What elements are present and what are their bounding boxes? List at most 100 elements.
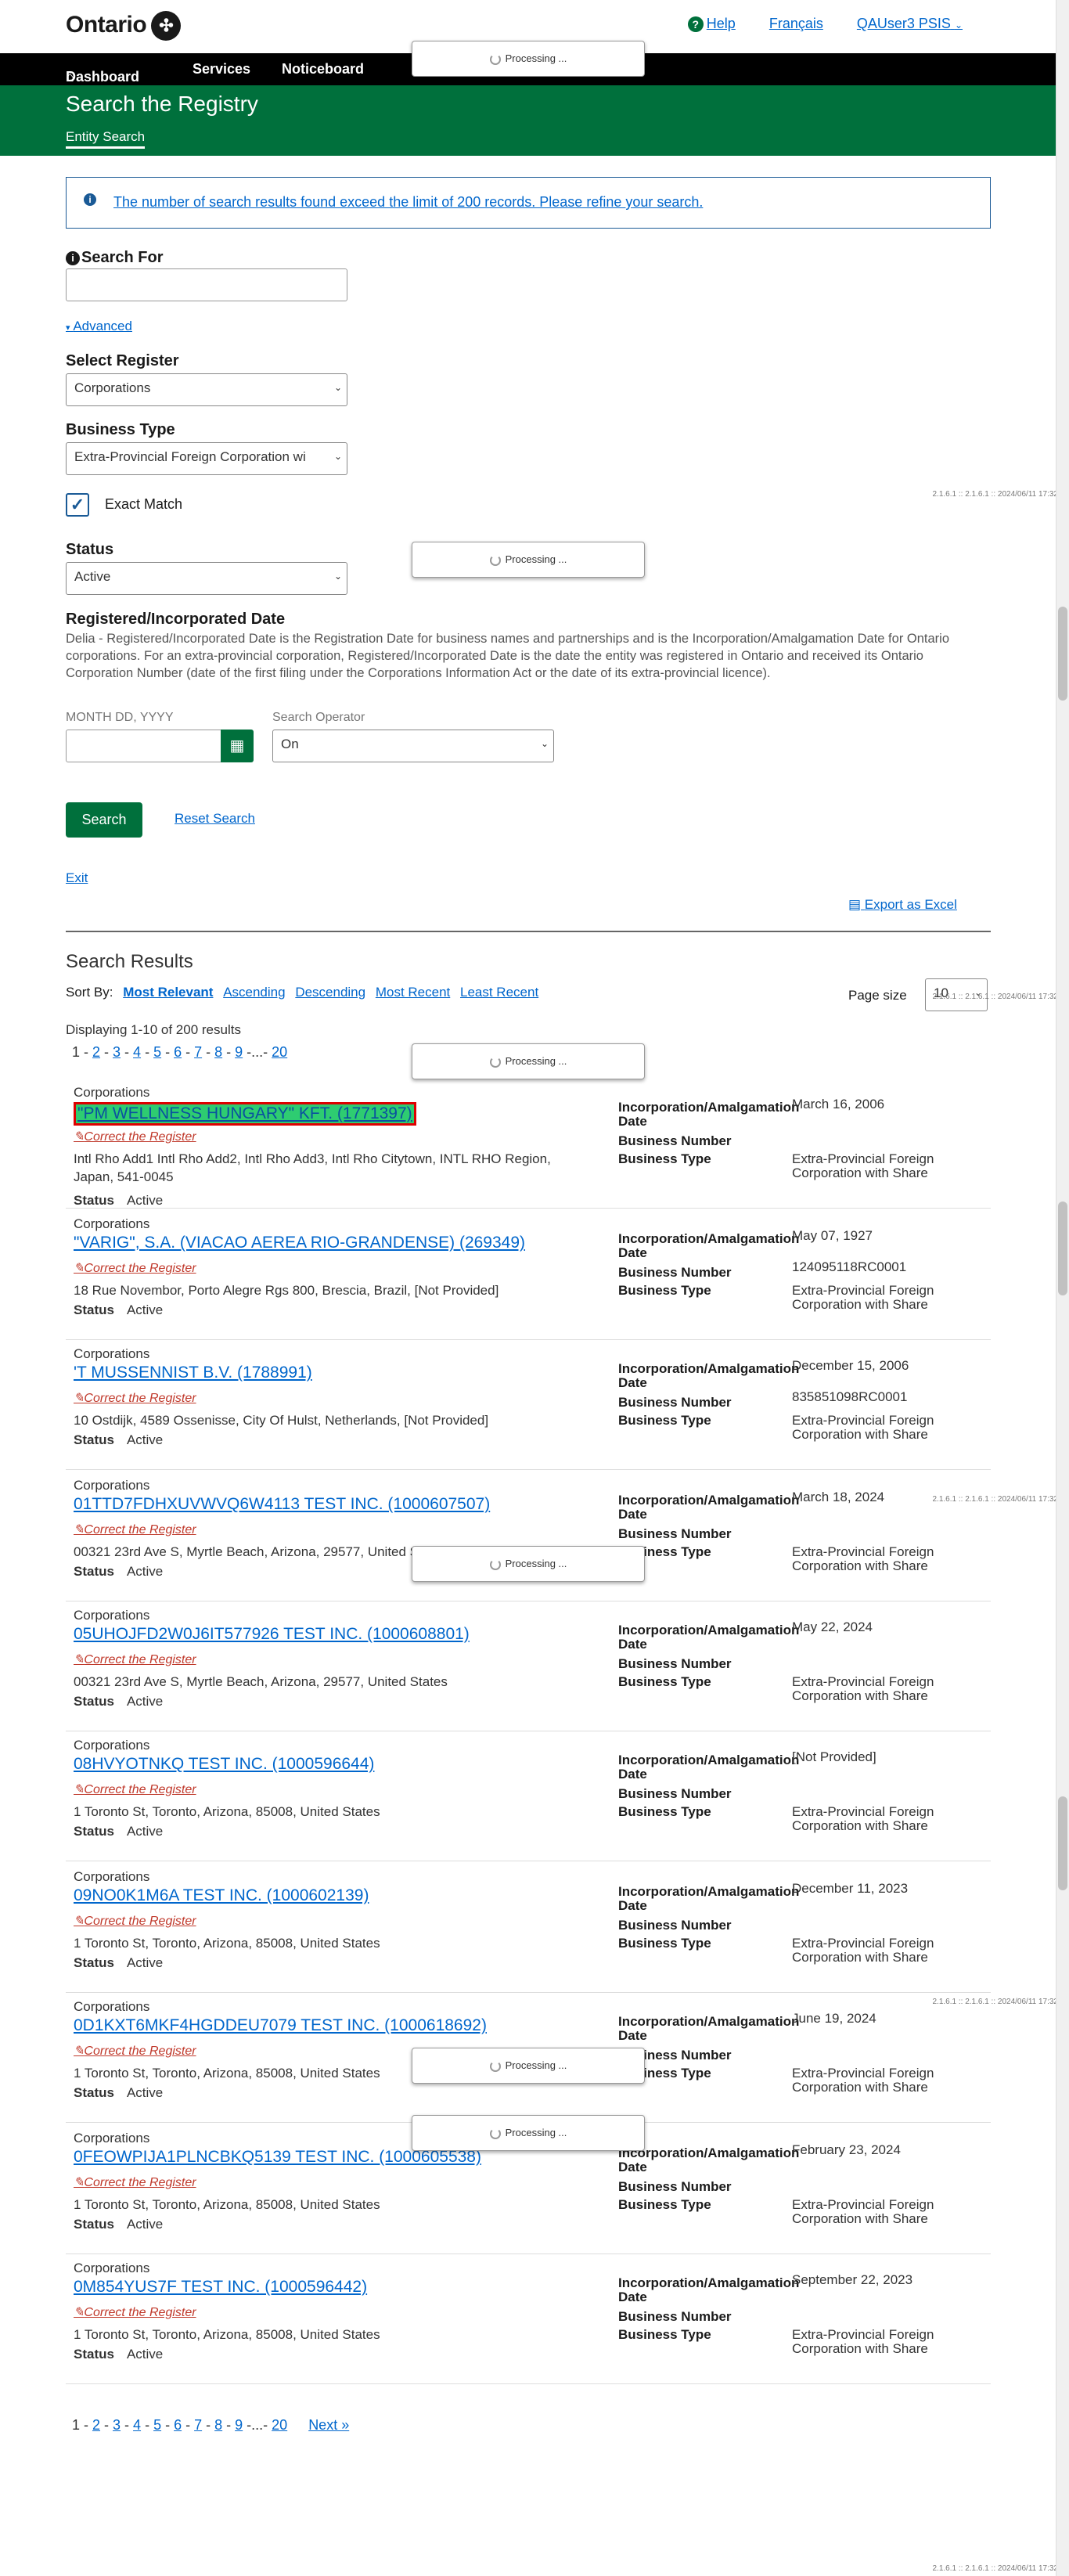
scrollbar-thumb[interactable]: [1058, 607, 1067, 701]
page-link[interactable]: 6: [174, 2417, 182, 2433]
correct-register-label: Correct the Register: [84, 2306, 196, 2319]
processing-text: Processing ...: [505, 2059, 567, 2071]
result-category: Corporations: [74, 1346, 150, 1361]
correct-register-link[interactable]: ✎Correct the Register: [74, 1913, 196, 1929]
status-value: Active: [126, 1302, 164, 1317]
result-category: Corporations: [74, 1085, 150, 1100]
correct-register-link[interactable]: ✎Correct the Register: [74, 2304, 196, 2320]
status-select[interactable]: Active ⌄: [66, 562, 347, 595]
page-link[interactable]: 9: [235, 2417, 243, 2433]
nav-noticeboard[interactable]: Noticeboard: [282, 61, 364, 77]
alert-message[interactable]: The number of search results found excee…: [113, 194, 703, 211]
page-link[interactable]: 5: [153, 2417, 161, 2433]
business-type-value: Extra-Provincial Foreign Corporation wi: [74, 449, 306, 464]
result-status: Status Active: [74, 2217, 163, 2232]
ontario-logo[interactable]: Ontario ✣: [66, 11, 182, 41]
inc-date-value: May 07, 1927: [792, 1228, 873, 1243]
page-link[interactable]: 7: [194, 1044, 202, 1060]
nav-services[interactable]: Services: [193, 61, 250, 77]
page-link[interactable]: 5: [153, 1044, 161, 1060]
top-links: ? Help Français QAUser3 PSIS ⌄: [658, 16, 963, 32]
page-link[interactable]: 7: [194, 2417, 202, 2433]
limit-alert: i The number of search results found exc…: [66, 177, 991, 229]
result-entity-link[interactable]: 05UHOJFD2W0J6IT577926 TEST INC. (1000608…: [74, 1625, 470, 1644]
page-link[interactable]: 9: [235, 1044, 243, 1060]
page-link[interactable]: 20: [272, 2417, 287, 2433]
advanced-toggle[interactable]: ▾ Advanced: [66, 319, 132, 334]
page-link[interactable]: 3: [113, 1044, 121, 1060]
result-entity-link[interactable]: 08HVYOTNKQ TEST INC. (1000596644): [74, 1755, 374, 1774]
page-scrollbar[interactable]: [1056, 0, 1069, 2576]
correct-register-link[interactable]: ✎Correct the Register: [74, 1522, 196, 1537]
status-key: Status: [74, 1302, 114, 1317]
page-link[interactable]: 3: [113, 2417, 121, 2433]
page-link[interactable]: 4: [133, 1044, 141, 1060]
result-category: Corporations: [74, 1478, 150, 1493]
page-link[interactable]: 2: [92, 2417, 100, 2433]
sort-ascending[interactable]: Ascending: [223, 985, 285, 1000]
caret-down-icon: ▾: [66, 323, 70, 333]
page-link[interactable]: 8: [214, 1044, 222, 1060]
status-key: Status: [74, 1824, 114, 1839]
spinner-icon: [489, 554, 501, 566]
page-link[interactable]: 20: [272, 1044, 287, 1060]
tab-entity-search[interactable]: Entity Search: [66, 129, 146, 149]
result-entity-link[interactable]: 'T MUSSENNIST B.V. (1788991): [74, 1364, 312, 1382]
correct-register-link[interactable]: ✎Correct the Register: [74, 1652, 196, 1667]
result-entity-link[interactable]: "PM WELLNESS HUNGARY" KFT. (1771397): [74, 1102, 416, 1126]
status-value: Active: [126, 1955, 164, 1970]
business-number-key: Business Number: [618, 1526, 732, 1541]
sort-most-recent[interactable]: Most Recent: [376, 985, 450, 1000]
operator-select[interactable]: On ⌄: [272, 730, 554, 762]
user-menu[interactable]: QAUser3 PSIS ⌄: [857, 16, 963, 31]
scrollbar-thumb[interactable]: [1058, 1202, 1067, 1295]
business-type-select[interactable]: Extra-Provincial Foreign Corporation wi ⌄: [66, 442, 347, 475]
logo-text: Ontario: [66, 11, 147, 38]
correct-register-link[interactable]: ✎Correct the Register: [74, 1390, 196, 1406]
business-type-key: Business Type: [618, 1413, 711, 1428]
sort-least-recent[interactable]: Least Recent: [460, 985, 538, 1000]
register-select[interactable]: Corporations ⌄: [66, 373, 347, 406]
correct-register-link[interactable]: ✎Correct the Register: [74, 2043, 196, 2059]
result-category: Corporations: [74, 2131, 150, 2145]
result-entity-link[interactable]: "VARIG", S.A. (VIACAO AEREA RIO-GRANDENS…: [74, 1234, 525, 1252]
result-entity-link[interactable]: 09NO0K1M6A TEST INC. (1000602139): [74, 1886, 369, 1905]
help-link[interactable]: ? Help: [687, 16, 736, 32]
result-entity-link[interactable]: 0M854YUS7F TEST INC. (1000596442): [74, 2278, 367, 2297]
search-button[interactable]: Search: [66, 802, 142, 838]
result-category: Corporations: [74, 1999, 150, 2014]
processing-toast: Processing ...: [412, 41, 645, 77]
sort-most-relevant[interactable]: Most Relevant: [123, 985, 213, 1000]
export-excel-link[interactable]: ▤ Export as Excel: [848, 897, 957, 913]
exact-match-checkbox[interactable]: ✓: [66, 493, 89, 517]
result-status: Status Active: [74, 2085, 163, 2101]
page-link[interactable]: 8: [214, 2417, 222, 2433]
version-stamp: 2.1.6.1 :: 2.1.6.1 :: 2024/06/11 17:32: [932, 993, 1059, 1001]
next-page-link[interactable]: Next »: [308, 2417, 349, 2433]
page-link[interactable]: 6: [174, 1044, 182, 1060]
correct-register-link[interactable]: ✎Correct the Register: [74, 1129, 196, 1144]
calendar-button[interactable]: ▦: [221, 730, 254, 762]
business-type-value: Extra-Provincial Foreign Corporation wit…: [792, 1674, 934, 1703]
correct-register-link[interactable]: ✎Correct the Register: [74, 2174, 196, 2190]
reg-date-input[interactable]: [66, 730, 222, 762]
reset-search-link[interactable]: Reset Search: [175, 811, 255, 827]
result-entity-link[interactable]: 0D1KXT6MKF4HGDDEU7079 TEST INC. (1000618…: [74, 2016, 487, 2035]
result-entity-link[interactable]: 01TTD7FDHXUVWVQ6W4113 TEST INC. (1000607…: [74, 1495, 490, 1514]
search-for-input[interactable]: [66, 268, 347, 301]
correct-register-link[interactable]: ✎Correct the Register: [74, 1782, 196, 1797]
scrollbar-thumb[interactable]: [1058, 1796, 1067, 1890]
business-type-key: Business Type: [618, 1674, 711, 1689]
pagination-top: 1 - 2 - 3 - 4 - 5 - 6 - 7 - 8 - 9 -...- …: [72, 1044, 288, 1060]
processing-toast: Processing ...: [412, 2115, 645, 2151]
chevron-down-icon: ⌄: [954, 20, 963, 31]
francais-link[interactable]: Français: [769, 16, 823, 31]
page-link[interactable]: 4: [133, 2417, 141, 2433]
sort-descending[interactable]: Descending: [295, 985, 365, 1000]
page-link[interactable]: 2: [92, 1044, 100, 1060]
business-type-key: Business Type: [618, 1804, 711, 1819]
results-title: Search Results: [66, 951, 193, 972]
exit-link[interactable]: Exit: [66, 870, 88, 886]
correct-register-link[interactable]: ✎Correct the Register: [74, 1260, 196, 1276]
correct-register-label: Correct the Register: [84, 2045, 196, 2058]
